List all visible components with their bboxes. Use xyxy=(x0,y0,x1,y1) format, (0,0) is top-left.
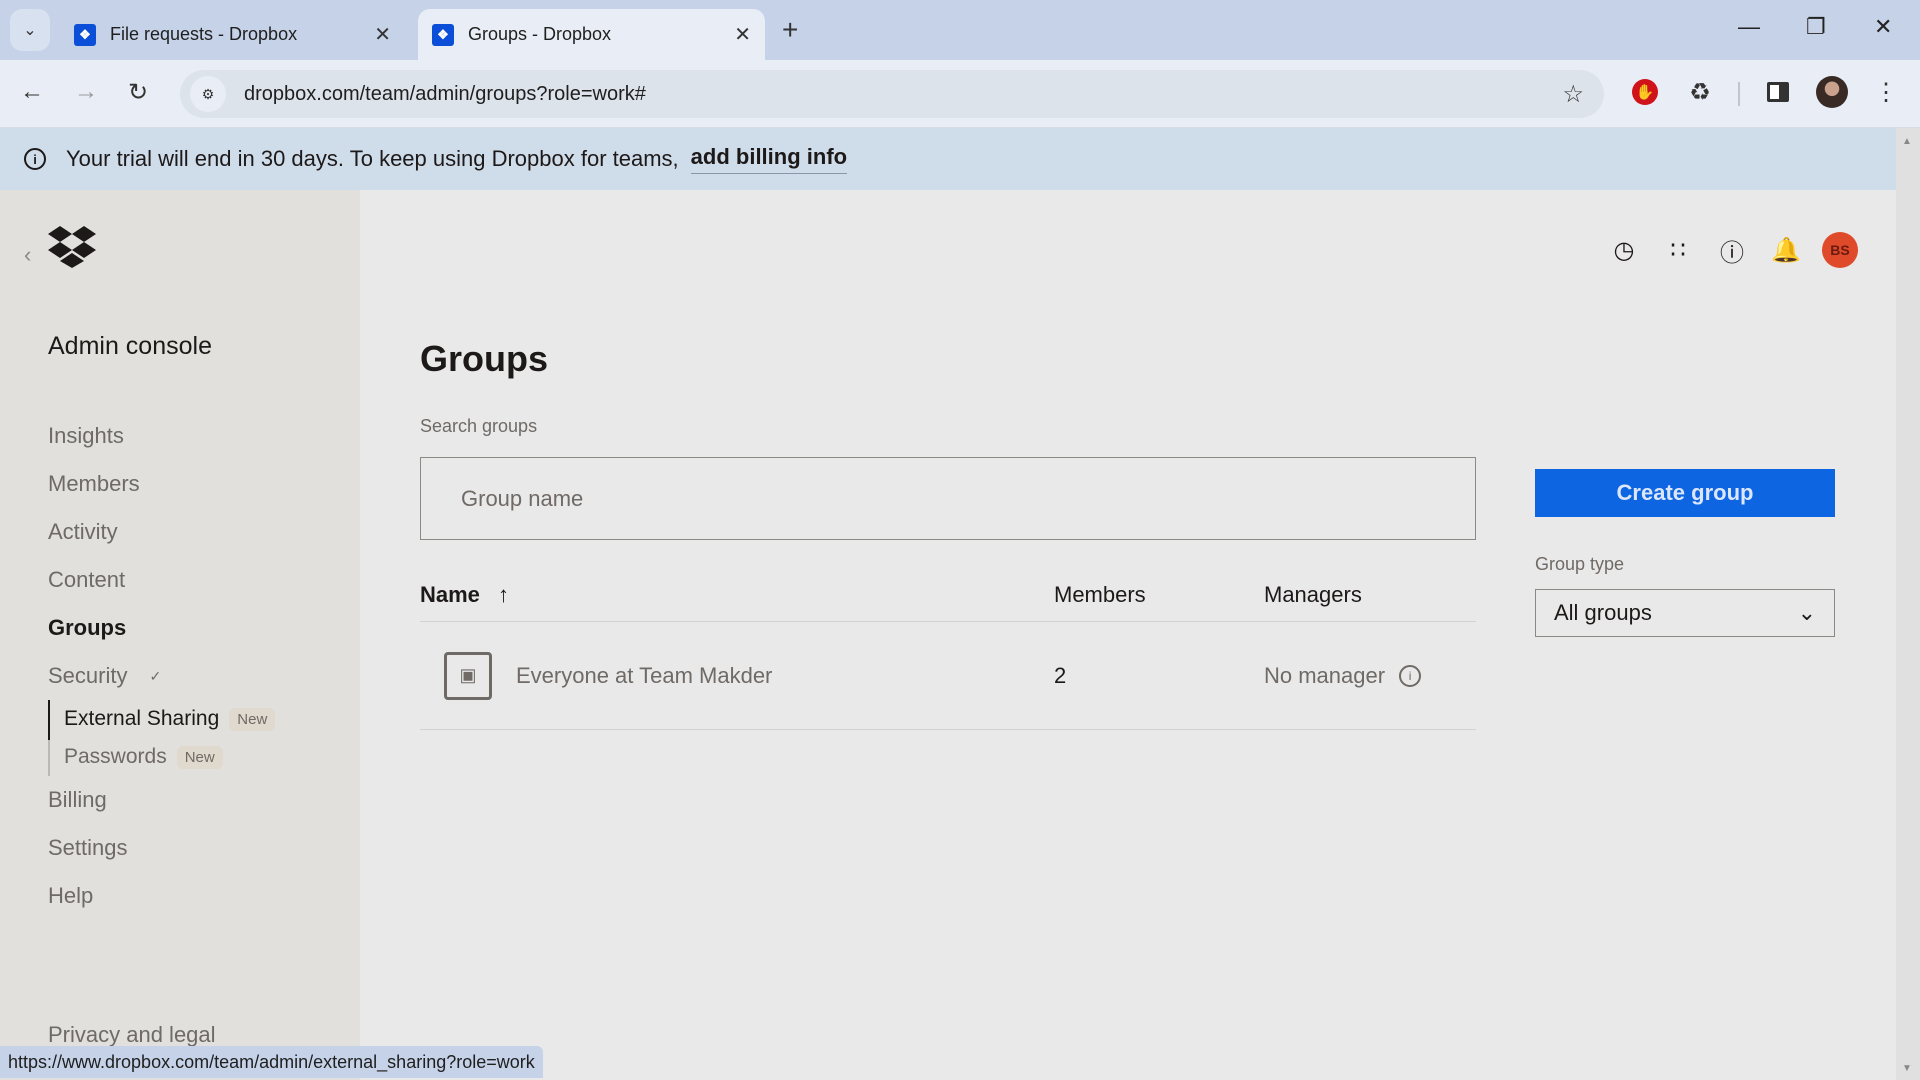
page-title: Groups xyxy=(420,338,549,379)
managers-column-header: Managers xyxy=(1264,581,1362,607)
search-groups-label: Search groups xyxy=(420,416,538,436)
browser-menu-icon[interactable]: ⋮ xyxy=(1870,76,1902,108)
bell-icon[interactable]: 🔔 xyxy=(1759,236,1813,265)
help-icon[interactable]: ⓘ xyxy=(1705,233,1759,268)
info-icon: i xyxy=(24,148,46,170)
scroll-down-arrow-icon[interactable]: ▼ xyxy=(1902,1063,1912,1074)
sidebar-item-passwords[interactable]: Passwords New xyxy=(64,738,275,776)
side-panel-icon[interactable] xyxy=(1762,76,1794,108)
url-text[interactable]: dropbox.com/team/admin/groups?role=work# xyxy=(244,83,646,106)
scroll-up-arrow-icon[interactable]: ▲ xyxy=(1902,136,1912,147)
site-info-icon[interactable]: ⚙ xyxy=(190,76,226,112)
app-grid-icon[interactable]: ∷ xyxy=(1651,236,1705,265)
clock-icon[interactable]: ◷ xyxy=(1597,236,1651,265)
adblock-extension-icon[interactable]: ✋ xyxy=(1632,79,1658,105)
dropbox-favicon-icon: ❖ xyxy=(432,23,454,46)
new-badge: New xyxy=(176,745,223,769)
table-row[interactable]: ▣ Everyone at Team Makder 2 No manager i xyxy=(420,622,1476,730)
dropbox-favicon-icon: ❖ xyxy=(74,23,96,46)
sidebar-item-settings[interactable]: Settings xyxy=(48,824,275,872)
managers-text: No manager xyxy=(1264,662,1386,688)
address-bar[interactable]: ⚙ dropbox.com/team/admin/groups?role=wor… xyxy=(180,70,1604,118)
back-icon[interactable]: ← xyxy=(20,78,44,106)
close-icon[interactable]: ✕ xyxy=(374,22,391,47)
minimize-icon[interactable]: — xyxy=(1738,14,1760,40)
new-badge: New xyxy=(229,707,276,731)
chevron-down-icon: ⌄ xyxy=(23,22,37,39)
banner-text: Your trial will end in 30 days. To keep … xyxy=(66,146,679,171)
sidebar-item-security[interactable]: Security ✓ xyxy=(48,652,275,700)
sidebar: ‹ Admin console Insights Members Activit… xyxy=(0,190,360,1080)
sidebar-item-external-sharing[interactable]: External Sharing New xyxy=(64,700,276,738)
trial-banner: i Your trial will end in 30 days. To kee… xyxy=(0,128,1896,190)
sidebar-item-help[interactable]: Help xyxy=(48,872,275,920)
tab-search-dropdown[interactable]: ⌄ xyxy=(10,9,50,51)
tab-title: File requests - Dropbox xyxy=(110,24,298,44)
privacy-and-legal-link[interactable]: Privacy and legal xyxy=(48,1022,216,1048)
reload-icon[interactable]: ↻ xyxy=(128,78,148,107)
window-close-icon[interactable]: ✕ xyxy=(1874,14,1892,40)
info-icon[interactable]: i xyxy=(1399,664,1422,687)
group-type-label: Group type xyxy=(1535,554,1625,574)
column-label: Name xyxy=(420,581,480,607)
restore-icon[interactable]: ❐ xyxy=(1806,14,1826,40)
chevron-left-icon[interactable]: ‹ xyxy=(24,242,31,268)
active-indicator xyxy=(48,700,50,740)
sidebar-item-billing[interactable]: Billing xyxy=(48,776,275,824)
sidebar-nav: Insights Members Activity Content Groups… xyxy=(48,412,276,920)
chevron-down-icon: ⌄ xyxy=(1797,600,1816,625)
profile-avatar-icon[interactable] xyxy=(1816,76,1848,108)
forward-icon[interactable]: → xyxy=(74,78,98,106)
building-group-icon: ▣ xyxy=(444,651,492,700)
avatar[interactable]: BS xyxy=(1822,232,1858,268)
members-column-header: Members xyxy=(1054,581,1146,607)
sort-ascending-icon: ↑ xyxy=(498,581,510,607)
tab-groups[interactable]: ❖ Groups - Dropbox ✕ xyxy=(418,9,765,60)
sidebar-item-activity[interactable]: Activity xyxy=(48,508,275,556)
page-scrollbar[interactable]: ▲ ▼ xyxy=(1896,128,1920,1080)
extensions-icon[interactable]: ♻ xyxy=(1684,76,1716,108)
admin-console-title: Admin console xyxy=(48,332,212,360)
security-subnav: External Sharing New Passwords New xyxy=(48,700,276,776)
group-type-select[interactable]: All groups ⌄ xyxy=(1535,589,1835,637)
groups-table: Name ↑ Members Managers ▣ Everyone at Te… xyxy=(420,568,1476,730)
toolbar-divider xyxy=(1738,82,1740,106)
link-status-bar: https://www.dropbox.com/team/admin/exter… xyxy=(0,1046,543,1078)
create-group-button[interactable]: Create group xyxy=(1535,469,1835,517)
sidebar-item-members[interactable]: Members xyxy=(48,460,275,508)
chevron-down-icon: ✓ xyxy=(149,667,162,684)
sidebar-item-label: Security xyxy=(48,663,128,688)
group-members-count: 2 xyxy=(1054,662,1067,688)
main-content: ◷ ∷ ⓘ 🔔 BS Groups Search groups Name ↑ M… xyxy=(360,190,1896,1080)
group-managers: No manager i xyxy=(1264,662,1422,689)
new-tab-button[interactable]: + xyxy=(782,14,798,46)
tab-file-requests[interactable]: ❖ File requests - Dropbox ✕ xyxy=(60,9,405,60)
selected-value: All groups xyxy=(1554,600,1652,625)
table-header: Name ↑ Members Managers xyxy=(420,568,1476,622)
close-icon[interactable]: ✕ xyxy=(734,22,751,47)
group-name[interactable]: Everyone at Team Makder xyxy=(516,663,1054,689)
sidebar-item-insights[interactable]: Insights xyxy=(48,412,275,460)
sidebar-item-content[interactable]: Content xyxy=(48,556,275,604)
dropbox-logo-icon[interactable] xyxy=(48,226,96,268)
tab-title: Groups - Dropbox xyxy=(468,24,612,44)
sidebar-item-groups[interactable]: Groups xyxy=(48,604,275,652)
bookmark-star-icon[interactable]: ☆ xyxy=(1562,80,1584,109)
add-billing-info-link[interactable]: add billing info xyxy=(690,144,848,174)
group-name-search-input[interactable] xyxy=(420,457,1476,540)
sidebar-item-label: Passwords xyxy=(64,745,167,768)
name-column-header[interactable]: Name ↑ xyxy=(420,582,1054,608)
browser-toolbar: ← → ↻ ⚙ dropbox.com/team/admin/groups?ro… xyxy=(0,60,1920,128)
tab-strip: ⌄ ❖ File requests - Dropbox ✕ ❖ Groups -… xyxy=(0,0,1920,60)
header-actions: ◷ ∷ ⓘ 🔔 BS xyxy=(1597,232,1896,268)
sidebar-item-label: External Sharing xyxy=(64,707,220,730)
